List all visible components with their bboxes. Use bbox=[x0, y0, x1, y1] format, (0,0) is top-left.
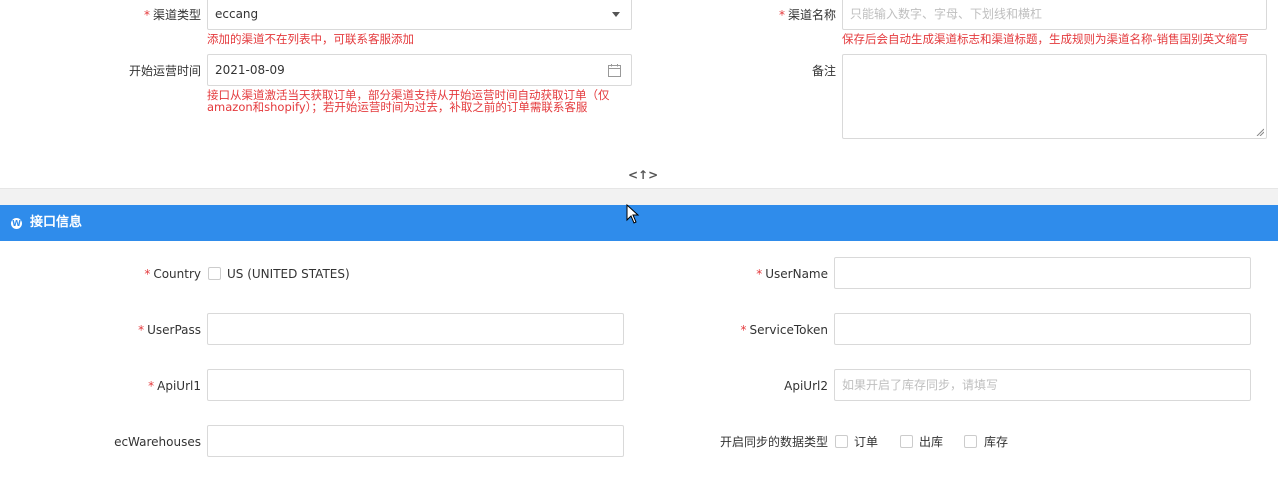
username-input[interactable] bbox=[834, 257, 1251, 289]
country-label-text: Country bbox=[153, 267, 201, 281]
required-mark: * bbox=[144, 267, 151, 281]
remark-textarea[interactable] bbox=[842, 54, 1267, 139]
ec-warehouses-input[interactable] bbox=[207, 425, 624, 457]
userpass-label: * UserPass bbox=[138, 322, 201, 338]
channel-name-label: * 渠道名称 bbox=[779, 7, 836, 23]
channel-type-hint: 添加的渠道不在列表中，可联系客服添加 bbox=[207, 32, 414, 46]
start-date-label: 开始运营时间 bbox=[128, 64, 201, 78]
sync-inventory-label: 库存 bbox=[984, 435, 1009, 449]
channel-name-hint: 保存后会自动生成渠道标志和渠道标题，生成规则为渠道名称-销售国别英文缩写 bbox=[842, 33, 1249, 46]
apiurl1-label: * ApiUrl1 bbox=[148, 378, 201, 394]
channel-type-select[interactable]: eccang bbox=[207, 0, 632, 30]
channel-name-placeholder: 只能输入数字、字母、下划线和横杠 bbox=[850, 7, 1043, 21]
apiurl2-label: ApiUrl2 bbox=[784, 379, 828, 393]
mouse-cursor-icon bbox=[626, 204, 640, 224]
userpass-input[interactable] bbox=[207, 313, 624, 345]
sync-inventory-checkbox[interactable] bbox=[964, 435, 977, 448]
userpass-label-text: UserPass bbox=[147, 323, 201, 337]
apiurl1-input[interactable] bbox=[207, 369, 624, 401]
username-label-text: UserName bbox=[765, 267, 828, 281]
calendar-icon[interactable] bbox=[608, 64, 621, 77]
required-mark: * bbox=[756, 267, 763, 281]
required-mark: * bbox=[778, 8, 785, 22]
resize-grip-icon[interactable] bbox=[1256, 128, 1264, 136]
channel-type-label-text: 渠道类型 bbox=[152, 8, 201, 22]
country-label: * Country bbox=[144, 266, 201, 282]
service-token-input[interactable] bbox=[834, 313, 1251, 345]
sync-orders-checkbox[interactable] bbox=[835, 435, 848, 448]
start-date-hint-line2: amazon和shopify）；若开始运营时间为过去，补取之前的订单需联系客服 bbox=[207, 100, 588, 114]
apiurl1-label-text: ApiUrl1 bbox=[157, 379, 201, 393]
country-checkbox[interactable] bbox=[208, 267, 221, 280]
service-token-label-text: ServiceToken bbox=[749, 323, 829, 337]
channel-name-input[interactable]: 只能输入数字、字母、下划线和横杠 bbox=[842, 0, 1267, 30]
channel-type-label: * 渠道类型 bbox=[144, 7, 201, 23]
ec-warehouses-label: ecWarehouses bbox=[114, 435, 201, 449]
required-mark: * bbox=[148, 379, 155, 393]
sync-outbound-label: 出库 bbox=[919, 435, 944, 449]
section-divider bbox=[0, 188, 1278, 205]
channel-type-value: eccang bbox=[215, 7, 259, 21]
collapse-toggle-icon[interactable]: <↑> bbox=[628, 168, 658, 182]
section-title: 接口信息 bbox=[30, 215, 83, 230]
service-token-label: * ServiceToken bbox=[741, 322, 829, 338]
channel-name-label-text: 渠道名称 bbox=[787, 8, 836, 22]
start-date-value: 2021-08-09 bbox=[215, 63, 285, 77]
country-option-label: US (UNITED STATES) bbox=[227, 267, 350, 281]
sync-outbound-checkbox[interactable] bbox=[900, 435, 913, 448]
section-logo-icon: W bbox=[11, 218, 22, 229]
remark-label: 备注 bbox=[811, 64, 836, 78]
sync-orders-label: 订单 bbox=[854, 435, 879, 449]
required-mark: * bbox=[138, 323, 145, 337]
start-date-input[interactable]: 2021-08-09 bbox=[207, 54, 632, 86]
required-mark: * bbox=[143, 8, 150, 22]
apiurl2-placeholder: 如果开启了库存同步，请填写 bbox=[842, 378, 999, 392]
username-label: * UserName bbox=[756, 266, 828, 282]
required-mark: * bbox=[740, 323, 747, 337]
sync-types-label: 开启同步的数据类型 bbox=[719, 435, 828, 449]
apiurl2-input[interactable]: 如果开启了库存同步，请填写 bbox=[834, 369, 1251, 401]
caret-down-icon bbox=[612, 12, 620, 17]
